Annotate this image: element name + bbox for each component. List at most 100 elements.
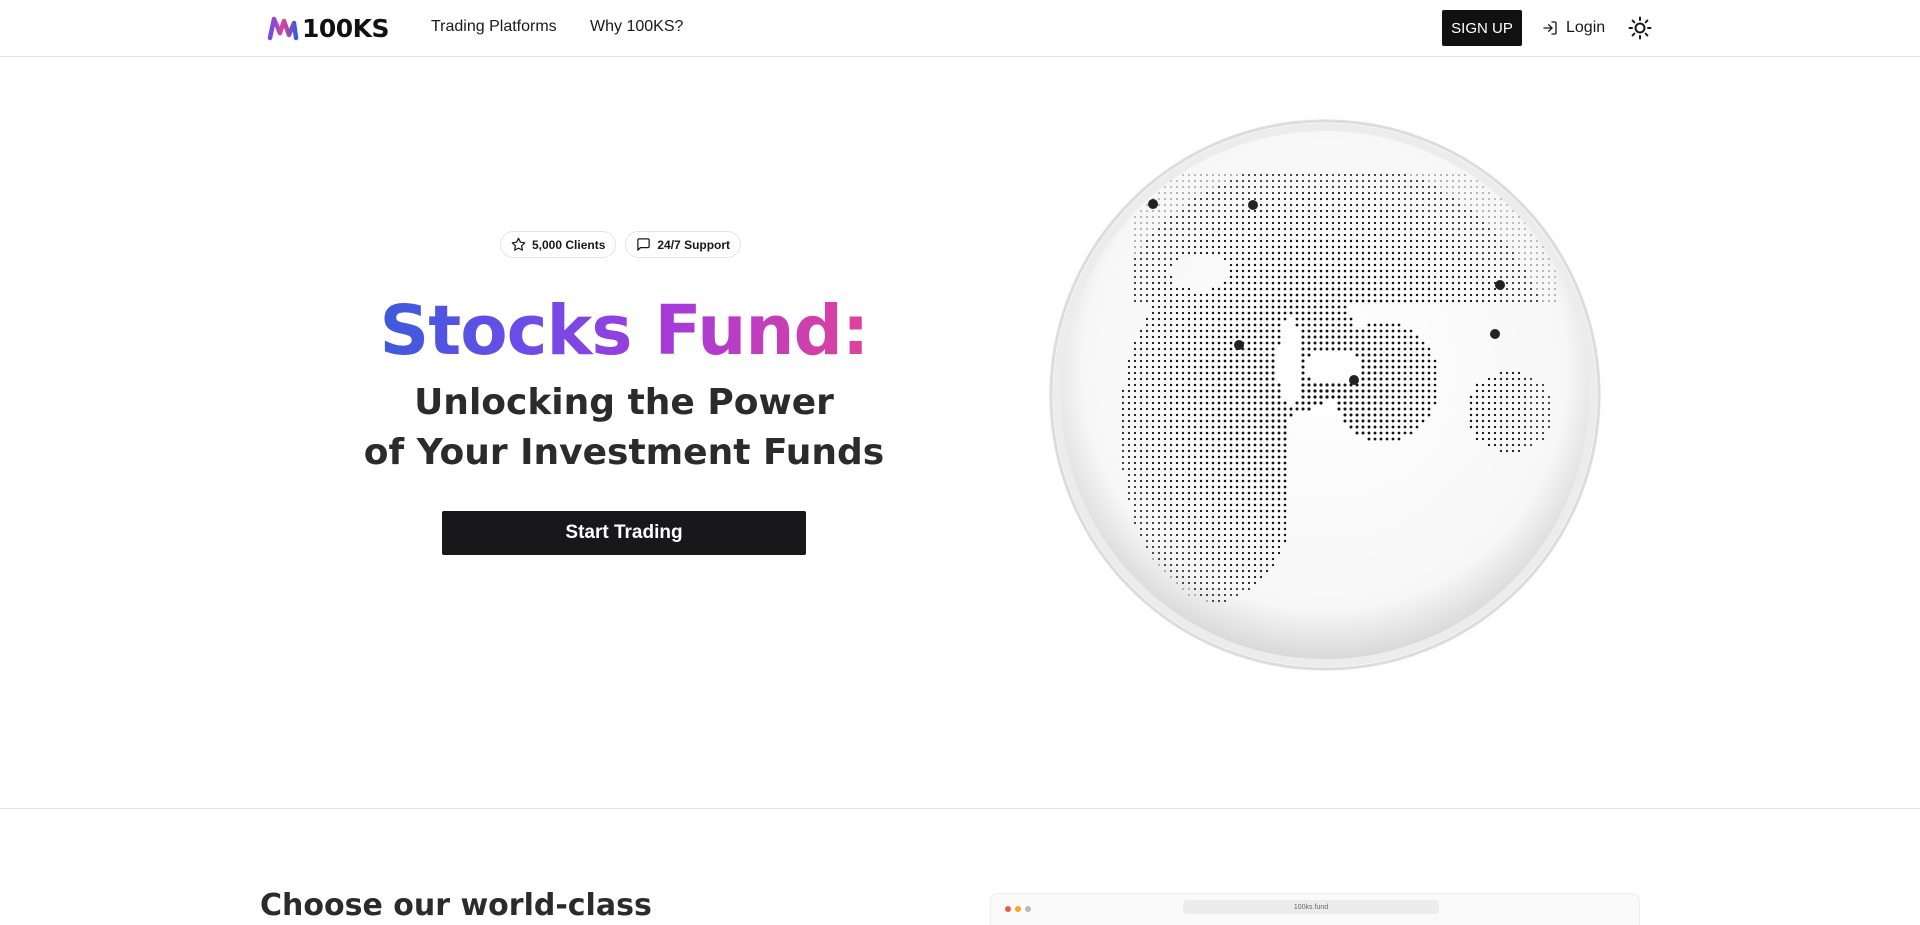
globe-dot xyxy=(1367,335,1371,339)
globe-dot xyxy=(1391,323,1395,327)
globe-dot xyxy=(1211,323,1215,327)
globe-dot xyxy=(1247,305,1251,309)
globe-dot xyxy=(1469,251,1473,255)
globe-dot xyxy=(1205,359,1209,363)
globe-dot xyxy=(1325,239,1329,243)
globe-dot xyxy=(1169,239,1173,243)
globe-dot xyxy=(1193,503,1197,507)
globe-dot xyxy=(1421,383,1425,387)
globe-dot xyxy=(1176,210,1178,212)
globe-dot xyxy=(1271,467,1275,471)
globe-dot xyxy=(1397,341,1401,345)
globe-dot xyxy=(1211,299,1215,303)
globe-dot xyxy=(1451,263,1455,267)
globe-dot xyxy=(1439,269,1443,273)
globe-dot xyxy=(1271,341,1275,345)
globe-dot xyxy=(1391,383,1395,387)
globe-dot xyxy=(1433,371,1437,375)
globe-dot xyxy=(1331,263,1335,267)
globe-dot xyxy=(1361,431,1365,435)
globe-dot xyxy=(1247,569,1251,573)
globe-dot xyxy=(1229,287,1233,291)
globe-dot xyxy=(1169,371,1173,375)
globe-dot xyxy=(1427,377,1431,381)
globe-dot xyxy=(1133,413,1137,417)
logo[interactable]: 100KS xyxy=(267,14,390,43)
globe-dot xyxy=(1385,431,1389,435)
globe-dot xyxy=(1223,599,1227,603)
globe-dot xyxy=(1307,275,1311,279)
globe-dot xyxy=(1259,191,1263,195)
globe-dot xyxy=(1182,576,1184,578)
globe-dot xyxy=(1488,228,1490,230)
globe-dot xyxy=(1283,491,1287,495)
globe-dot xyxy=(1277,269,1281,273)
globe-dot xyxy=(1523,413,1527,417)
globe-dot xyxy=(1331,173,1335,177)
globe-dot xyxy=(1163,365,1167,369)
globe-dot xyxy=(1541,431,1545,435)
globe-dot xyxy=(1415,269,1419,273)
globe-dot xyxy=(1301,311,1305,315)
globe-dot xyxy=(1134,234,1136,236)
globe-dot xyxy=(1343,257,1347,261)
sun-icon[interactable] xyxy=(1628,16,1652,40)
globe-dot xyxy=(1271,245,1275,249)
globe-dot xyxy=(1235,383,1239,387)
globe-dot xyxy=(1349,335,1353,339)
globe-dot xyxy=(1253,443,1257,447)
globe-dot xyxy=(1409,203,1413,207)
globe-dot xyxy=(1193,209,1197,213)
nav-why-100ks[interactable]: Why 100KS? xyxy=(590,18,683,36)
globe-dot xyxy=(1175,497,1179,501)
globe-dot xyxy=(1169,497,1173,501)
globe-dot xyxy=(1391,275,1395,279)
globe-dot xyxy=(1349,347,1353,351)
globe-dot xyxy=(1247,221,1251,225)
globe-dot xyxy=(1164,204,1166,206)
globe-dot xyxy=(1379,347,1383,351)
globe-dot xyxy=(1367,401,1371,405)
globe-dot xyxy=(1367,269,1371,273)
globe-dot xyxy=(1241,245,1245,249)
globe-dot xyxy=(1247,251,1251,255)
globe-dot xyxy=(1397,389,1401,393)
globe-dot xyxy=(1493,401,1497,405)
globe-dot xyxy=(1175,221,1179,225)
globe-dot xyxy=(1307,305,1311,309)
globe-dot xyxy=(1524,246,1526,248)
globe-dot xyxy=(1433,263,1437,267)
globe-dot xyxy=(1271,287,1275,291)
globe-dot xyxy=(1511,437,1515,441)
globe-dot xyxy=(1175,473,1179,477)
login-button[interactable]: Login xyxy=(1542,10,1605,46)
globe-dot xyxy=(1536,288,1538,290)
globe-dot xyxy=(1217,287,1221,291)
globe-dot xyxy=(1205,539,1209,543)
globe-dot xyxy=(1169,533,1173,537)
globe-dot xyxy=(1229,401,1233,405)
globe-dot xyxy=(1265,197,1269,201)
globe-dot xyxy=(1403,263,1407,267)
globe-dot xyxy=(1241,263,1245,267)
globe-dot xyxy=(1145,497,1149,501)
globe-dot xyxy=(1475,257,1479,261)
start-trading-button[interactable]: Start Trading xyxy=(442,511,806,555)
globe-dot xyxy=(1361,383,1365,387)
globe-dot xyxy=(1145,371,1149,375)
globe-dot xyxy=(1319,185,1323,189)
globe-dot xyxy=(1349,275,1353,279)
globe-dot xyxy=(1541,401,1545,405)
globe-dot xyxy=(1325,209,1329,213)
globe-dot xyxy=(1499,377,1503,381)
globe-dot xyxy=(1205,227,1209,231)
signup-button[interactable]: SIGN UP xyxy=(1442,10,1522,46)
globe-dot xyxy=(1217,431,1221,435)
globe-dot xyxy=(1271,437,1275,441)
globe-dot xyxy=(1517,371,1521,375)
globe-dot xyxy=(1271,317,1275,321)
globe-dot xyxy=(1349,287,1353,291)
globe-dot xyxy=(1511,431,1515,435)
globe-dot xyxy=(1403,329,1407,333)
nav-trading-platforms[interactable]: Trading Platforms xyxy=(431,18,557,36)
